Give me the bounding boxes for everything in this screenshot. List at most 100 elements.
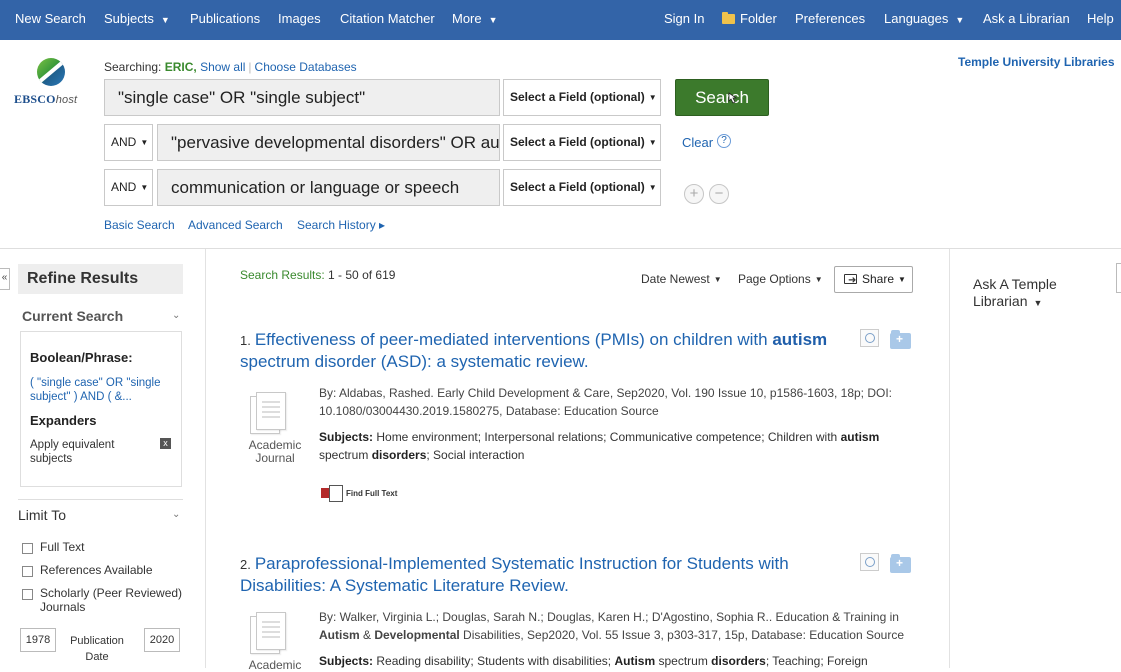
scholarly-journals-checkbox[interactable] [22,589,33,600]
boolean-phrase-label: Boolean/Phrase: [30,350,133,365]
nav-new-search[interactable]: New Search [15,0,86,40]
help-icon[interactable]: ? [717,134,731,148]
result-number: 1. [240,333,251,348]
result-title-2[interactable]: 2. Paraprofessional-Implemented Systemati… [240,553,840,596]
results-range: 1 - 50 of 619 [328,268,396,282]
subjects-highlight: disorders [711,654,766,668]
searching-prefix: Searching: [104,60,165,74]
citation-text: & [359,628,375,642]
find-full-text-link[interactable]: Find Full Text [321,485,398,502]
subjects-highlight: Autism [614,654,656,668]
expanders-label: Expanders [30,413,97,428]
add-to-folder-icon[interactable] [890,330,911,349]
date-to-input[interactable]: 2020 [144,628,180,652]
current-database: ERIC, [164,60,197,74]
current-search-heading[interactable]: Current Search [22,308,123,324]
choose-databases-link[interactable]: Choose Databases [255,60,357,74]
add-to-folder-icon[interactable] [890,554,911,573]
result-citation: By: Aldabas, Rashed. Early Child Develop… [319,386,893,418]
collapse-left-panel-button[interactable]: « [0,268,10,290]
ebscohost-logo[interactable]: EBSCOhost [14,56,92,106]
subjects-text: ; Social interaction [426,448,525,462]
ebsco-globe-icon [37,58,65,86]
search-input-1[interactable]: "single case" OR "single subject" [104,79,500,116]
caret-down-icon: ▼ [955,15,965,25]
preview-icon[interactable] [860,329,879,347]
nav-ask-librarian[interactable]: Ask a Librarian [983,0,1070,40]
chevron-down-icon[interactable]: ⌄ [172,509,180,520]
boolean-operator-select-2[interactable]: AND ▼ [104,124,153,161]
nav-subjects[interactable]: Subjects ▼ [104,0,170,40]
full-text-icon [321,485,343,502]
remove-row-icon[interactable]: − [709,184,729,204]
sort-dropdown[interactable]: Date Newest ▼ [641,272,722,286]
nav-publications[interactable]: Publications [190,0,260,40]
find-full-text-label: Find Full Text [346,489,398,498]
search-button[interactable]: Search [675,79,769,116]
nav-citation-matcher[interactable]: Citation Matcher [340,0,435,40]
caret-down-icon: ▼ [648,183,657,192]
show-all-link[interactable]: Show all [200,60,245,74]
collapse-right-panel-button[interactable] [1116,263,1121,293]
chevron-down-icon[interactable]: ⌄ [172,310,180,321]
subjects-highlight: autism [840,430,880,444]
caret-down-icon: ▼ [713,275,722,284]
search-input-3[interactable]: communication or language or speech [157,169,500,206]
institution-link[interactable]: Temple University Libraries [958,55,1115,69]
nav-languages[interactable]: Languages ▼ [884,0,964,40]
title-text: spectrum disorder (ASD): a systematic re… [240,352,589,371]
nav-images[interactable]: Images [278,0,321,40]
date-from-input[interactable]: 1978 [20,628,56,652]
references-available-label: References Available [40,563,153,577]
nav-preferences[interactable]: Preferences [795,0,865,40]
page-options-dropdown[interactable]: Page Options ▼ [738,272,823,286]
subjects-text: spectrum [319,448,372,462]
field-select-2[interactable]: Select a Field (optional) ▼ [503,124,661,161]
share-button[interactable]: Share▼ [834,266,913,293]
field-select-label: Select a Field (optional) [510,135,645,149]
nav-help[interactable]: Help [1087,0,1114,40]
citation-highlight: Autism [319,628,360,642]
subjects-label: Subjects: [319,430,374,444]
boolean-operator-label: AND [111,135,137,149]
full-text-checkbox[interactable] [22,543,33,554]
limit-to-heading[interactable]: Limit To [18,507,66,523]
citation-highlight: Developmental [374,628,460,642]
remove-expander-icon[interactable]: x [160,438,171,449]
references-available-checkbox[interactable] [22,566,33,577]
field-select-3[interactable]: Select a Field (optional) ▼ [503,169,661,206]
search-history-link[interactable]: Search History ▸ [297,218,385,232]
boolean-operator-select-3[interactable]: AND ▼ [104,169,153,206]
caret-down-icon: ▼ [140,138,149,147]
sort-label: Date Newest [641,272,710,286]
title-text: Paraprofessional-Implemented Systematic … [240,554,789,595]
basic-search-link[interactable]: Basic Search [104,218,175,232]
publication-date-label: Publication Date [70,635,124,663]
result-title-1[interactable]: 1. Effectiveness of peer-mediated interve… [240,329,840,372]
nav-folder[interactable]: Folder [722,0,777,40]
preview-icon[interactable] [860,553,879,571]
nav-more[interactable]: More ▼ [452,0,498,40]
logo-brand: EBSCO [14,92,56,106]
clear-link[interactable]: Clear [682,135,713,150]
field-select-1[interactable]: Select a Field (optional) ▼ [503,79,661,116]
caret-down-icon: ▼ [488,15,498,25]
subjects-text: ; Teaching; Foreign [765,654,868,668]
divider [0,248,1121,249]
page-options-label: Page Options [738,272,811,286]
subjects-text: Home environment; Interpersonal relation… [373,430,841,444]
logo-wordmark: EBSCOhost [14,92,77,107]
logo-suffix: host [55,94,78,106]
search-input-2[interactable]: "pervasive developmental disorders" OR a… [157,124,500,161]
scholarly-journals-label: Scholarly (Peer Reviewed) Journals [40,586,183,614]
full-text-label: Full Text [40,540,85,554]
searching-databases: Searching: ERIC, Show all | Choose Databas… [104,60,357,74]
advanced-search-link[interactable]: Advanced Search [188,218,283,232]
result-subjects: Subjects: Reading disability; Students w… [319,652,914,670]
nav-subjects-label: Subjects [104,11,154,26]
share-label: Share [862,272,895,286]
add-row-icon[interactable]: + [684,184,704,204]
boolean-phrase-link[interactable]: ( "single case" OR "single subject" ) AN… [30,376,175,404]
nav-sign-in[interactable]: Sign In [664,0,704,40]
ask-temple-librarian-widget[interactable]: Ask A Temple Librarian ▼ [973,276,1083,312]
